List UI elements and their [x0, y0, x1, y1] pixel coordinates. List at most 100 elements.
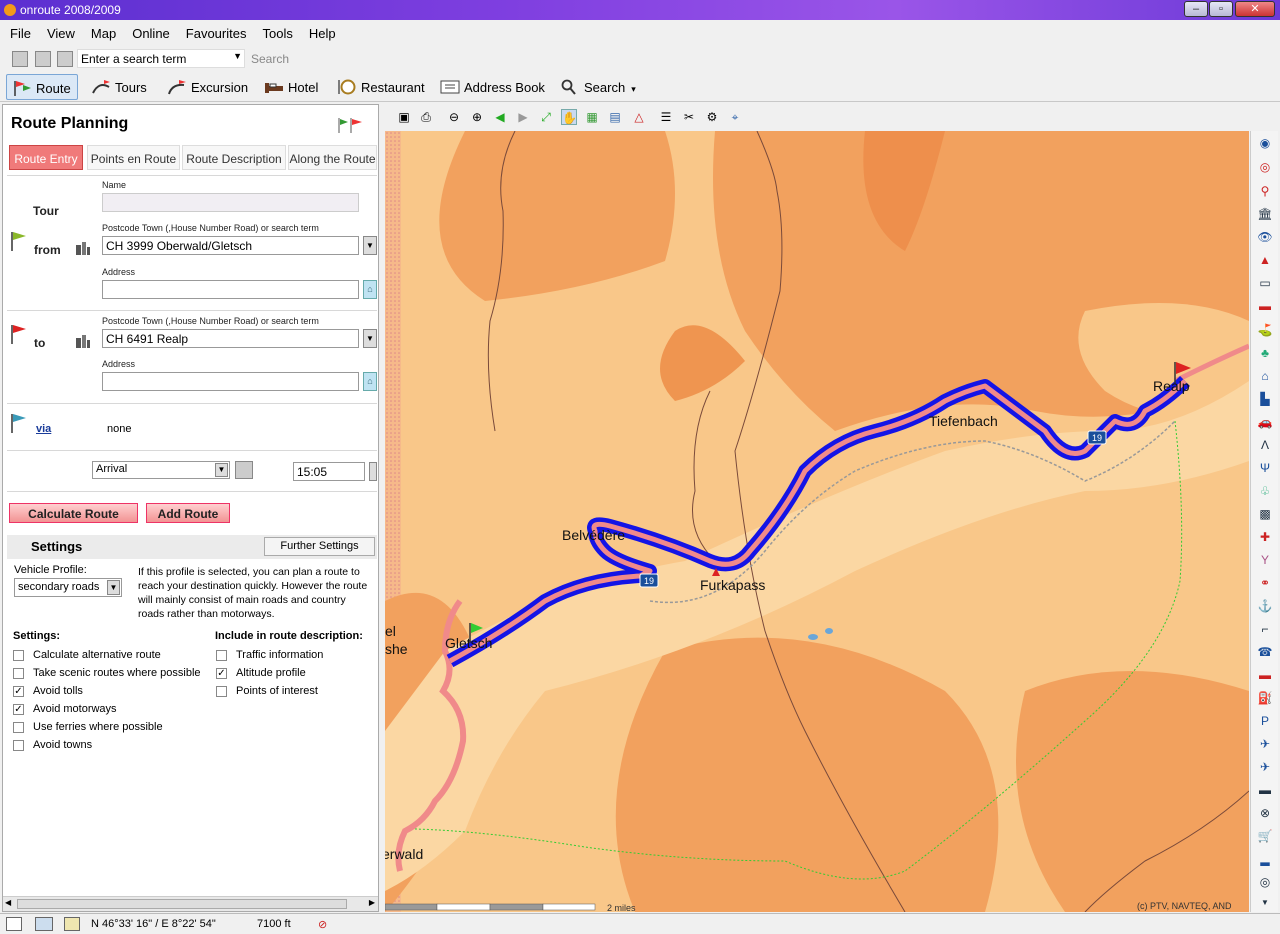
museum-icon[interactable]: 🏛: [1256, 205, 1274, 223]
taxi-icon[interactable]: ▬: [1256, 666, 1274, 684]
parking-icon[interactable]: P: [1256, 712, 1274, 730]
back-icon[interactable]: ◀: [492, 109, 508, 125]
fuel-icon[interactable]: ⛽: [1256, 689, 1274, 707]
eye-icon[interactable]: ◉: [1256, 134, 1274, 152]
route-option-label[interactable]: Use ferries where possible: [33, 721, 163, 733]
menu-favourites[interactable]: Favourites: [176, 22, 253, 41]
warning-icon[interactable]: △: [631, 109, 647, 125]
pan-hand-icon[interactable]: ✋: [561, 109, 577, 125]
phone-icon[interactable]: ☎: [1256, 643, 1274, 661]
to-postcode-input[interactable]: CH 6491 Realp: [102, 329, 359, 348]
route-option-label[interactable]: Avoid motorways: [33, 703, 117, 715]
via-link[interactable]: via: [36, 423, 51, 435]
plant-icon[interactable]: ♧: [1256, 482, 1274, 500]
further-settings-button[interactable]: Further Settings: [264, 537, 375, 556]
page-icon[interactable]: [57, 51, 73, 67]
close-button[interactable]: ✕: [1235, 1, 1275, 17]
hospital-icon[interactable]: ✚: [1256, 528, 1274, 546]
cart-icon[interactable]: 🛒: [1256, 827, 1274, 845]
list-icon[interactable]: ☰: [658, 109, 674, 125]
from-dropdown-button[interactable]: ▼: [363, 236, 377, 255]
mountain-icon[interactable]: ▲: [1256, 251, 1274, 269]
route-option-checkbox[interactable]: [13, 722, 24, 733]
film-icon[interactable]: ▩: [1256, 505, 1274, 523]
cocktail-icon[interactable]: Y: [1256, 551, 1274, 569]
home-icon[interactable]: ⌂: [363, 280, 377, 299]
car-icon[interactable]: 🚗: [1256, 413, 1274, 431]
minimize-button[interactable]: –: [1184, 1, 1208, 17]
town-icon[interactable]: [75, 241, 91, 255]
print-icon[interactable]: [35, 51, 51, 67]
bed-icon[interactable]: ▬: [1256, 297, 1274, 315]
menu-online[interactable]: Online: [122, 22, 176, 41]
settings-icon[interactable]: ⚙: [704, 109, 720, 125]
search-tool-button[interactable]: Search ▾: [555, 74, 641, 100]
view-icon[interactable]: 👁: [1256, 228, 1274, 246]
menu-file[interactable]: File: [0, 22, 37, 41]
chevron-down-icon[interactable]: ▾: [631, 84, 636, 94]
from-postcode-input[interactable]: CH 3999 Oberwald/Gletsch: [102, 236, 359, 255]
fork-knife-icon[interactable]: Ψ: [1256, 459, 1274, 477]
tab-route-description[interactable]: Route Description: [182, 145, 286, 170]
locate-icon[interactable]: ⌖: [727, 109, 743, 125]
cd-icon[interactable]: ◎: [1256, 873, 1274, 891]
map-canvas[interactable]: 19 19 Belvédère Furkapass Tiefenbach Rea…: [385, 131, 1249, 912]
bus-icon[interactable]: ▭: [1256, 274, 1274, 292]
open-icon[interactable]: [12, 51, 28, 67]
time-spin-button[interactable]: [369, 462, 377, 481]
save-icon[interactable]: ▣: [396, 109, 412, 125]
add-route-button[interactable]: Add Route: [146, 503, 230, 523]
include-option-label[interactable]: Traffic information: [236, 649, 323, 661]
tab-route-entry[interactable]: Route Entry: [9, 145, 83, 170]
from-address-input[interactable]: [102, 280, 359, 299]
home-icon[interactable]: ⌂: [1256, 367, 1274, 385]
motorbike-icon[interactable]: ⚭: [1256, 574, 1274, 592]
tab-points-en-route[interactable]: Points en Route: [87, 145, 180, 170]
train-icon[interactable]: ▬: [1256, 781, 1274, 799]
route-option-checkbox[interactable]: [13, 740, 24, 751]
tools-icon[interactable]: ✂: [681, 109, 697, 125]
time-input[interactable]: 15:05: [293, 462, 365, 481]
menu-map[interactable]: Map: [81, 22, 122, 41]
chevron-down-icon[interactable]: ▼: [215, 463, 228, 477]
panel-icon[interactable]: [35, 917, 53, 931]
route-option-checkbox[interactable]: [13, 668, 24, 679]
print-icon[interactable]: ⎙: [418, 109, 434, 125]
include-option-label[interactable]: Points of interest: [236, 685, 318, 697]
forward-icon[interactable]: ▶: [515, 109, 531, 125]
route-option-checkbox[interactable]: ✓: [13, 704, 24, 715]
clipboard-icon[interactable]: ▤: [607, 109, 623, 125]
golf-club-icon[interactable]: ⌐: [1256, 620, 1274, 638]
golf-icon[interactable]: ⛳: [1256, 321, 1274, 339]
layers-icon[interactable]: ▦: [584, 109, 600, 125]
scroll-left-icon[interactable]: ◀: [5, 898, 11, 907]
tree-icon[interactable]: ♣: [1256, 344, 1274, 362]
excursion-button[interactable]: Excursion: [162, 74, 253, 100]
route-option-label[interactable]: Avoid towns: [33, 739, 92, 751]
map-view[interactable]: 19 19 Belvédère Furkapass Tiefenbach Rea…: [385, 131, 1249, 912]
route-option-label[interactable]: Avoid tolls: [33, 685, 83, 697]
wheel-icon[interactable]: ⊗: [1256, 804, 1274, 822]
eye-off-icon[interactable]: ◎: [1256, 158, 1274, 176]
hotel-icon[interactable]: ▙: [1256, 390, 1274, 408]
restaurant-button[interactable]: Restaurant: [332, 74, 430, 100]
search-input[interactable]: Enter a search term ▼: [77, 49, 245, 68]
tour-name-field[interactable]: [102, 193, 359, 212]
chevron-down-icon[interactable]: ▼: [233, 51, 242, 61]
table-icon[interactable]: [6, 917, 22, 931]
vehicle-profile-select[interactable]: secondary roads ▼: [14, 578, 122, 597]
plane-icon[interactable]: ✈: [1256, 758, 1274, 776]
address-book-button[interactable]: Address Book: [435, 74, 550, 100]
menu-view[interactable]: View: [37, 22, 81, 41]
scroll-down-icon[interactable]: ▼: [1256, 894, 1274, 912]
home-icon[interactable]: ⌂: [363, 372, 377, 391]
to-address-input[interactable]: [102, 372, 359, 391]
route-option-label[interactable]: Take scenic routes where possible: [33, 667, 201, 679]
route-option-label[interactable]: Calculate alternative route: [33, 649, 161, 661]
airport-icon[interactable]: ✈: [1256, 735, 1274, 753]
include-option-label[interactable]: Altitude profile: [236, 667, 306, 679]
tours-button[interactable]: Tours: [86, 74, 152, 100]
zoom-in-icon[interactable]: ⊕: [469, 109, 485, 125]
tent-icon[interactable]: Λ: [1256, 436, 1274, 454]
map-icon[interactable]: [64, 917, 80, 931]
